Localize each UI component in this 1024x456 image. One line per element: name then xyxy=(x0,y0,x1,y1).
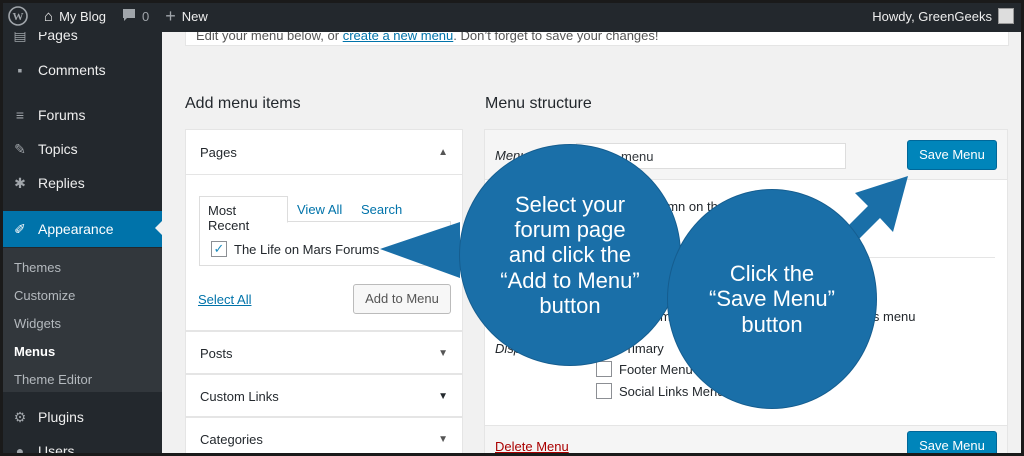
callout-line: “Save Menu” xyxy=(709,286,835,312)
callout-add-to-menu: Select your forum page and click the “Ad… xyxy=(460,145,680,365)
callout-line: “Add to Menu” xyxy=(500,267,640,293)
callout-line: Select your xyxy=(514,191,626,217)
callout-line: button xyxy=(539,292,601,318)
callout-line: Click the xyxy=(729,261,815,287)
callout-line: button xyxy=(741,311,803,337)
callout-save-menu: Click the “Save Menu” button xyxy=(668,190,876,408)
callout-line: and click the xyxy=(508,242,632,268)
callout-line: forum page xyxy=(514,217,626,243)
